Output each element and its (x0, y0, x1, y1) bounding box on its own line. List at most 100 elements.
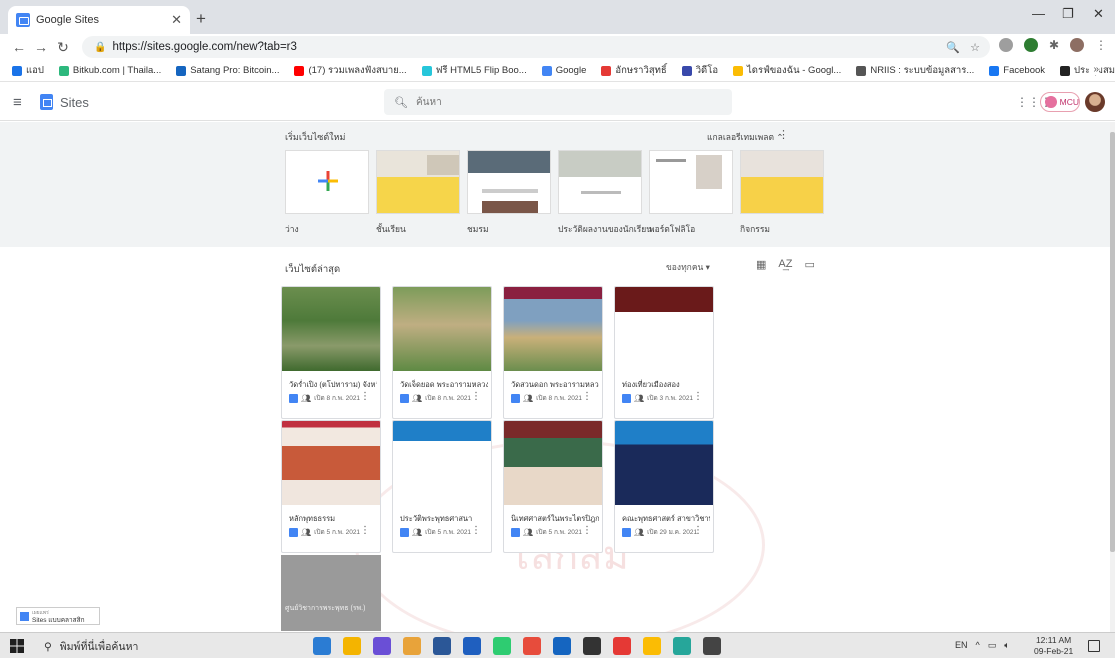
bookmark-favicon-icon (541, 65, 552, 76)
site-card-meta: 👥︎ เปิด 5 ก.พ. 2021 (400, 527, 471, 537)
close-tab-icon[interactable]: ✕ (171, 12, 182, 28)
menu-kebab-icon[interactable]: ⋮ (1095, 38, 1107, 52)
reload-icon[interactable]: ↻ (52, 39, 74, 56)
owner-filter-dropdown[interactable]: ของทุกคน ▾ (666, 260, 710, 274)
search-input[interactable]: 🔍︎ ค้นหา (384, 89, 732, 115)
gallery-more-icon[interactable]: ⋮ (778, 128, 789, 141)
network-icon[interactable]: ▭ (988, 640, 997, 651)
bookmark-item[interactable]: Satang Pro: Bitcoin... (176, 65, 279, 76)
page-scrollbar[interactable] (1110, 122, 1115, 632)
bookmark-item[interactable]: แอป (12, 63, 44, 78)
bookmark-item[interactable]: Bitkub.com | Thaila... (58, 65, 161, 76)
minimize-icon[interactable]: — (1032, 6, 1045, 21)
template-club[interactable] (467, 150, 551, 214)
template-portfolio[interactable] (649, 150, 733, 214)
template-label: พอร์ตโฟลิโอ (649, 224, 696, 234)
shared-icon: 👥︎ (301, 393, 312, 403)
taskbar-app-icon[interactable] (553, 637, 571, 655)
more-options-icon[interactable]: ⋮ (360, 391, 370, 402)
taskbar-app-icon[interactable] (643, 637, 661, 655)
taskbar-app-icon[interactable] (523, 637, 541, 655)
account-org-badge[interactable]: MCU (1040, 92, 1080, 112)
extension-icon[interactable] (998, 38, 1013, 52)
bookmark-item[interactable]: (17) รวมเพลงฟังสบาย... (294, 63, 407, 78)
notifications-icon[interactable] (1088, 640, 1100, 652)
more-options-icon[interactable]: ⋮ (693, 525, 703, 536)
taskbar-app-icon[interactable] (433, 637, 451, 655)
taskbar-app-icon[interactable] (673, 637, 691, 655)
avatar[interactable] (1085, 92, 1105, 112)
bookmark-item[interactable]: ประชุมสมาคม, การพัฒนา... (1060, 63, 1115, 78)
profile-icon[interactable] (1070, 38, 1084, 52)
windows-start-icon[interactable] (10, 639, 24, 653)
bookmark-item[interactable]: Google (541, 65, 586, 76)
bookmark-item[interactable]: ไดรฟ์ของฉัน - Googl... (733, 63, 841, 78)
forward-icon[interactable]: → (30, 39, 52, 55)
more-options-icon[interactable]: ⋮ (582, 391, 592, 402)
view-options: ▦ A͢Z ▭ (756, 258, 815, 271)
more-options-icon[interactable]: ⋮ (471, 391, 481, 402)
site-card[interactable]: วัดเจ็ดยอด พระอารามหลวง จ. 👥︎ เปิด 8 ก.พ. … (392, 286, 492, 419)
taskbar-app-icon[interactable] (463, 637, 481, 655)
template-event[interactable] (740, 150, 824, 214)
tab-title: Google Sites (36, 14, 99, 26)
language-indicator[interactable]: EN (955, 640, 968, 651)
template-student-portfolio[interactable] (558, 150, 642, 214)
more-options-icon[interactable]: ⋮ (360, 525, 370, 536)
taskbar-app-icon[interactable] (703, 637, 721, 655)
site-card[interactable]: ประวัติพระพุทธศาสนา 👥︎ เปิด 5 ก.พ. 2021 ⋮ (392, 420, 492, 553)
taskbar-app-icon[interactable] (583, 637, 601, 655)
classic-sites-link[interactable]: เผยแพร่ Sites แบบคลาสสิก (16, 607, 100, 625)
taskbar-app-icon[interactable] (403, 637, 421, 655)
site-card-title: วัดเจ็ดยอด พระอารามหลวง จ. (400, 380, 488, 389)
volume-icon[interactable]: 🔈︎ (1004, 640, 1009, 651)
main-menu-icon[interactable]: ≡ (13, 94, 22, 111)
site-card[interactable]: คณะพุทธศาสตร์ สาขาวิชาพร... 👥︎เปิด 29 ม.ค… (614, 420, 714, 553)
clock[interactable]: 12:11 AM 09-Feb-21 (1034, 635, 1073, 657)
back-icon[interactable]: ← (8, 39, 30, 55)
bookmark-favicon-icon (294, 65, 305, 76)
star-icon[interactable]: ☆ (970, 41, 980, 54)
puzzle-icon[interactable]: ✱ (1049, 38, 1059, 52)
template-gallery-toggle[interactable]: แกลเลอรีเทมเพลต ⌃ (707, 130, 783, 144)
site-card[interactable]: หลักพุทธธรรม 👥︎ เปิด 5 ก.พ. 2021 ⋮ (281, 420, 381, 553)
sort-az-icon[interactable]: A͢Z (778, 258, 792, 271)
chevron-up-icon[interactable]: ^ (976, 640, 980, 651)
bookmark-item[interactable]: วิดีโอ (681, 63, 718, 78)
site-card[interactable]: นิเทศศาสตร์ในพระไตรปิฎก 👥︎ เปิด 5 ก.พ. 202… (503, 420, 603, 553)
bookmark-label: แอป (26, 65, 44, 76)
site-card[interactable]: วัดสวนดอก พระอารามหลวง ... 👥︎เปิด 8 ก.พ. … (503, 286, 603, 419)
taskbar-app-icon[interactable] (613, 637, 631, 655)
more-options-icon[interactable]: ⋮ (582, 525, 592, 536)
taskbar-search[interactable]: ⚲ พิมพ์ที่นี่เพื่อค้นหา (44, 638, 138, 655)
more-options-icon[interactable]: ⋮ (471, 525, 481, 536)
template-blank[interactable] (285, 150, 369, 214)
address-bar[interactable]: 🔒 https://sites.google.com/new?tab=r3 🔍 … (82, 36, 990, 58)
bookmark-item[interactable]: ฟรี HTML5 Flip Boo... (421, 63, 527, 78)
template-class[interactable] (376, 150, 460, 214)
taskbar-app-icon[interactable] (313, 637, 331, 655)
more-options-icon[interactable]: ⋮ (693, 391, 703, 402)
site-card-meta: 👥︎ เปิด 5 ก.พ. 2021 (511, 527, 582, 537)
close-window-icon[interactable]: ✕ (1093, 6, 1104, 22)
extension-icon[interactable] (1023, 38, 1038, 52)
zoom-icon[interactable]: 🔍 (946, 41, 960, 54)
taskbar-app-icon[interactable] (343, 637, 361, 655)
taskbar-app-icon[interactable] (493, 637, 511, 655)
bookmarks-overflow-icon[interactable]: » (1089, 64, 1099, 75)
bookmarks-bar: แอป Bitkub.com | Thaila... Satang Pro: Bit… (0, 60, 1115, 82)
restore-icon[interactable]: ❐ (1062, 6, 1074, 22)
folder-icon[interactable]: ▭ (804, 258, 814, 271)
new-tab-button[interactable]: + (196, 9, 206, 29)
site-card[interactable]: วัดร่ำเปิง (ตโปทาราม) จังหวัด... 👥︎เปิด 8… (281, 286, 381, 419)
bookmark-item[interactable]: NRIIS : ระบบข้อมูลสาร... (856, 63, 974, 78)
taskbar-app-icon[interactable] (373, 637, 391, 655)
bookmark-item[interactable]: อักษราวิสุทธิ์ (601, 63, 667, 78)
grid-view-icon[interactable]: ▦ (756, 258, 766, 271)
last-opened: เปิด 3 ก.พ. 2021 (647, 395, 694, 402)
scroll-thumb[interactable] (1110, 132, 1115, 552)
site-card[interactable]: ท่องเที่ยวเมืองสอง 👥︎ เปิด 3 ก.พ. 2021 ⋮ (614, 286, 714, 419)
bookmark-item[interactable]: Facebook (989, 65, 1045, 76)
site-card[interactable]: ศูนย์วิชาการพระพุทธ (รพ.) (281, 555, 381, 631)
browser-tab[interactable]: Google Sites ✕ (8, 6, 190, 34)
